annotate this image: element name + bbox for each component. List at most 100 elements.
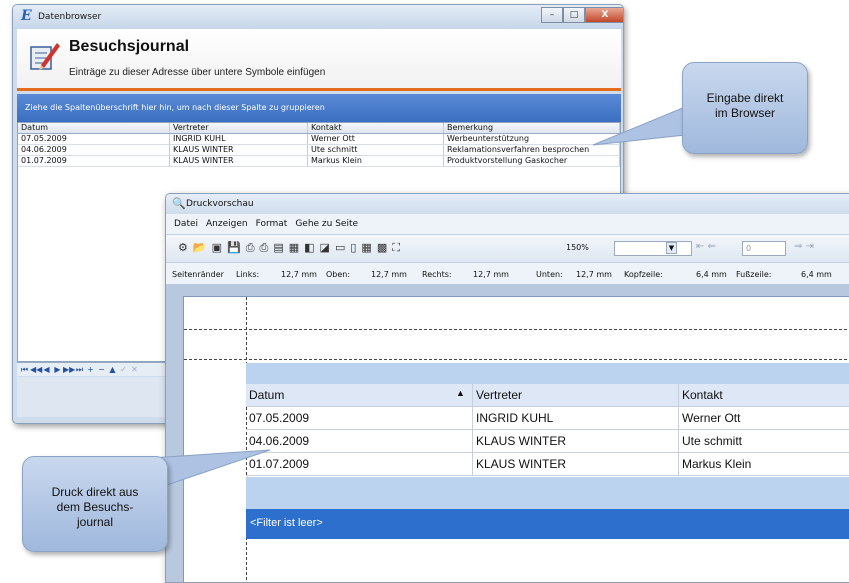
oben-value[interactable]: 12,7 mm xyxy=(371,270,407,279)
two-pages-icon[interactable]: ▯ xyxy=(350,241,356,255)
add-record-button[interactable]: + xyxy=(85,364,96,376)
links-value[interactable]: 12,7 mm xyxy=(281,270,317,279)
table-row[interactable]: 07.05.2009 INGRID KUHL Werner Ott Werbeu… xyxy=(18,134,620,145)
toolbar: ⚙ 📂 ▣ 💾 ⎙ ⎙ ▤ ▦ ◧ ◪ ▭ ▯ ▦ ▩ ⛶ 150% ▼ ⇤ ⇐… xyxy=(166,234,849,262)
title-bar[interactable] xyxy=(13,5,623,29)
preview-cell-kontakt: Markus Klein xyxy=(682,457,752,471)
preview-page: Datum ▲ Vertreter Kontakt 07.05.2009 ING… xyxy=(183,296,849,582)
cell-vertreter[interactable]: KLAUS WINTER xyxy=(170,156,308,166)
scale-icon[interactable]: ◪ xyxy=(320,241,330,255)
menu-format[interactable]: Format xyxy=(256,219,288,229)
menu-bar: Datei Anzeigen Format Gehe zu Seite xyxy=(166,214,849,234)
next-page-button[interactable]: ▶▶ xyxy=(63,364,75,376)
column-header-kontakt[interactable]: Kontakt xyxy=(308,123,444,133)
prev-record-button[interactable]: ◀ xyxy=(41,364,52,376)
menu-datei[interactable]: Datei xyxy=(174,219,198,229)
preview-cell-vertreter: KLAUS WINTER xyxy=(476,434,567,448)
chevron-down-icon[interactable]: ▼ xyxy=(666,242,677,254)
column-header-vertreter[interactable]: Vertreter xyxy=(170,123,308,133)
book-icon[interactable]: ▤ xyxy=(273,241,283,255)
cell-vertreter[interactable]: INGRID KUHL xyxy=(170,134,308,144)
oben-label: Oben: xyxy=(326,270,351,279)
cell-datum[interactable]: 04.06.2009 xyxy=(18,145,170,155)
preview-cell-datum: 07.05.2009 xyxy=(249,411,310,425)
next-page-icon[interactable]: ⇒ ⇥ xyxy=(794,241,814,252)
last-record-button[interactable]: ⏭ xyxy=(74,364,85,376)
save-icon[interactable]: 💾 xyxy=(227,241,241,255)
journal-header: Besuchsjournal Einträge zu dieser Adress… xyxy=(17,29,621,91)
table-row[interactable]: 04.06.2009 KLAUS WINTER Ute schmitt Rekl… xyxy=(18,145,620,156)
preview-cell-vertreter: INGRID KUHL xyxy=(476,411,554,425)
margin-guide xyxy=(184,329,849,330)
callout-line: im Browser xyxy=(714,106,775,120)
summary-band xyxy=(246,477,849,509)
open-folder-icon[interactable]: 📂 xyxy=(193,241,207,255)
cell-kontakt[interactable]: Werner Ott xyxy=(308,134,444,144)
unten-label: Unten: xyxy=(536,270,563,279)
group-by-area[interactable]: Ziehe die Spaltenüberschrift hier hin, u… xyxy=(17,94,621,122)
cancel-record-button[interactable]: ✕ xyxy=(129,364,140,376)
margins-bar: Seitenränder Links: 12,7 mm Oben: 12,7 m… xyxy=(166,262,849,284)
first-page-icon[interactable]: ⇤ ⇐ xyxy=(696,241,716,252)
fusszeile-value[interactable]: 6,4 mm xyxy=(801,270,832,279)
column-divider xyxy=(472,407,473,429)
cell-kontakt[interactable]: Markus Klein xyxy=(308,156,444,166)
fusszeile-label: Fußzeile: xyxy=(736,270,772,279)
column-header-datum[interactable]: Datum xyxy=(18,123,170,133)
page-input[interactable]: 0 xyxy=(742,241,786,256)
fit-page-icon[interactable]: ⛶ xyxy=(392,241,400,255)
preview-col-vertreter: Vertreter xyxy=(476,388,523,402)
delete-record-button[interactable]: − xyxy=(96,364,107,376)
rechts-value[interactable]: 12,7 mm xyxy=(473,270,509,279)
kopfzeile-value[interactable]: 6,4 mm xyxy=(696,270,727,279)
preview-cell-kontakt: Ute schmitt xyxy=(682,434,743,448)
minimize-button[interactable]: – xyxy=(541,7,563,23)
menu-gehe-zu-seite[interactable]: Gehe zu Seite xyxy=(295,219,358,229)
grid-header: Datum Vertreter Kontakt Bemerkung xyxy=(18,123,620,134)
column-divider xyxy=(472,384,473,406)
menu-anzeigen[interactable]: Anzeigen xyxy=(206,219,248,229)
kopfzeile-label: Kopfzeile: xyxy=(624,270,663,279)
callout-pointer xyxy=(151,449,271,491)
margin-guide xyxy=(184,359,849,360)
cell-vertreter[interactable]: KLAUS WINTER xyxy=(170,145,308,155)
grid-icon[interactable]: ▦ xyxy=(289,241,299,255)
four-pages-icon[interactable]: ▦ xyxy=(361,241,371,255)
group-band xyxy=(246,363,849,384)
table-row: 01.07.2009 KLAUS WINTER Markus Klein xyxy=(246,453,849,476)
edit-record-button[interactable]: ▲ xyxy=(107,364,118,376)
preview-cell-vertreter: KLAUS WINTER xyxy=(476,457,567,471)
save-record-button[interactable]: ✓ xyxy=(118,364,129,376)
quick-print-icon[interactable]: ⎙ xyxy=(260,241,269,255)
cell-datum[interactable]: 01.07.2009 xyxy=(18,156,170,166)
table-row[interactable]: 01.07.2009 KLAUS WINTER Markus Klein Pro… xyxy=(18,156,620,167)
single-page-icon[interactable]: ▭ xyxy=(335,241,345,255)
preview-canvas: Datum ▲ Vertreter Kontakt 07.05.2009 ING… xyxy=(166,284,849,582)
print-icon[interactable]: ⎙ xyxy=(246,241,255,255)
maximize-button[interactable]: □ xyxy=(563,7,585,23)
export-icon[interactable]: ▣ xyxy=(212,241,222,255)
zoom-select[interactable] xyxy=(614,241,692,256)
title-bar[interactable] xyxy=(166,194,849,214)
journal-edit-icon xyxy=(30,43,60,70)
margins-label: Seitenränder xyxy=(172,270,224,279)
preview-col-datum: Datum xyxy=(249,388,285,402)
page-setup-icon[interactable]: ◧ xyxy=(304,241,314,255)
next-record-button[interactable]: ▶ xyxy=(52,364,63,376)
table-row: 07.05.2009 INGRID KUHL Werner Ott xyxy=(246,407,849,430)
close-button[interactable]: X xyxy=(585,7,623,23)
window-title: Druckvorschau xyxy=(186,199,254,209)
cell-kontakt[interactable]: Ute schmitt xyxy=(308,145,444,155)
multi-page-icon[interactable]: ▩ xyxy=(377,241,387,255)
callout-line: dem Besuchs- xyxy=(56,500,134,514)
prev-page-button[interactable]: ◀◀ xyxy=(30,364,42,376)
callout-line: Druck direkt aus xyxy=(51,485,139,499)
unten-value[interactable]: 12,7 mm xyxy=(576,270,612,279)
print-preview-icon: 🔍 xyxy=(172,197,186,210)
first-record-button[interactable]: ⏮ xyxy=(19,364,30,376)
toolbar-icons: ⚙ 📂 ▣ 💾 ⎙ ⎙ ▤ ▦ ◧ ◪ ▭ ▯ ▦ ▩ ⛶ xyxy=(178,241,400,255)
column-divider xyxy=(678,453,679,475)
column-divider xyxy=(678,430,679,452)
settings-icon[interactable]: ⚙ xyxy=(178,241,188,255)
cell-datum[interactable]: 07.05.2009 xyxy=(18,134,170,144)
